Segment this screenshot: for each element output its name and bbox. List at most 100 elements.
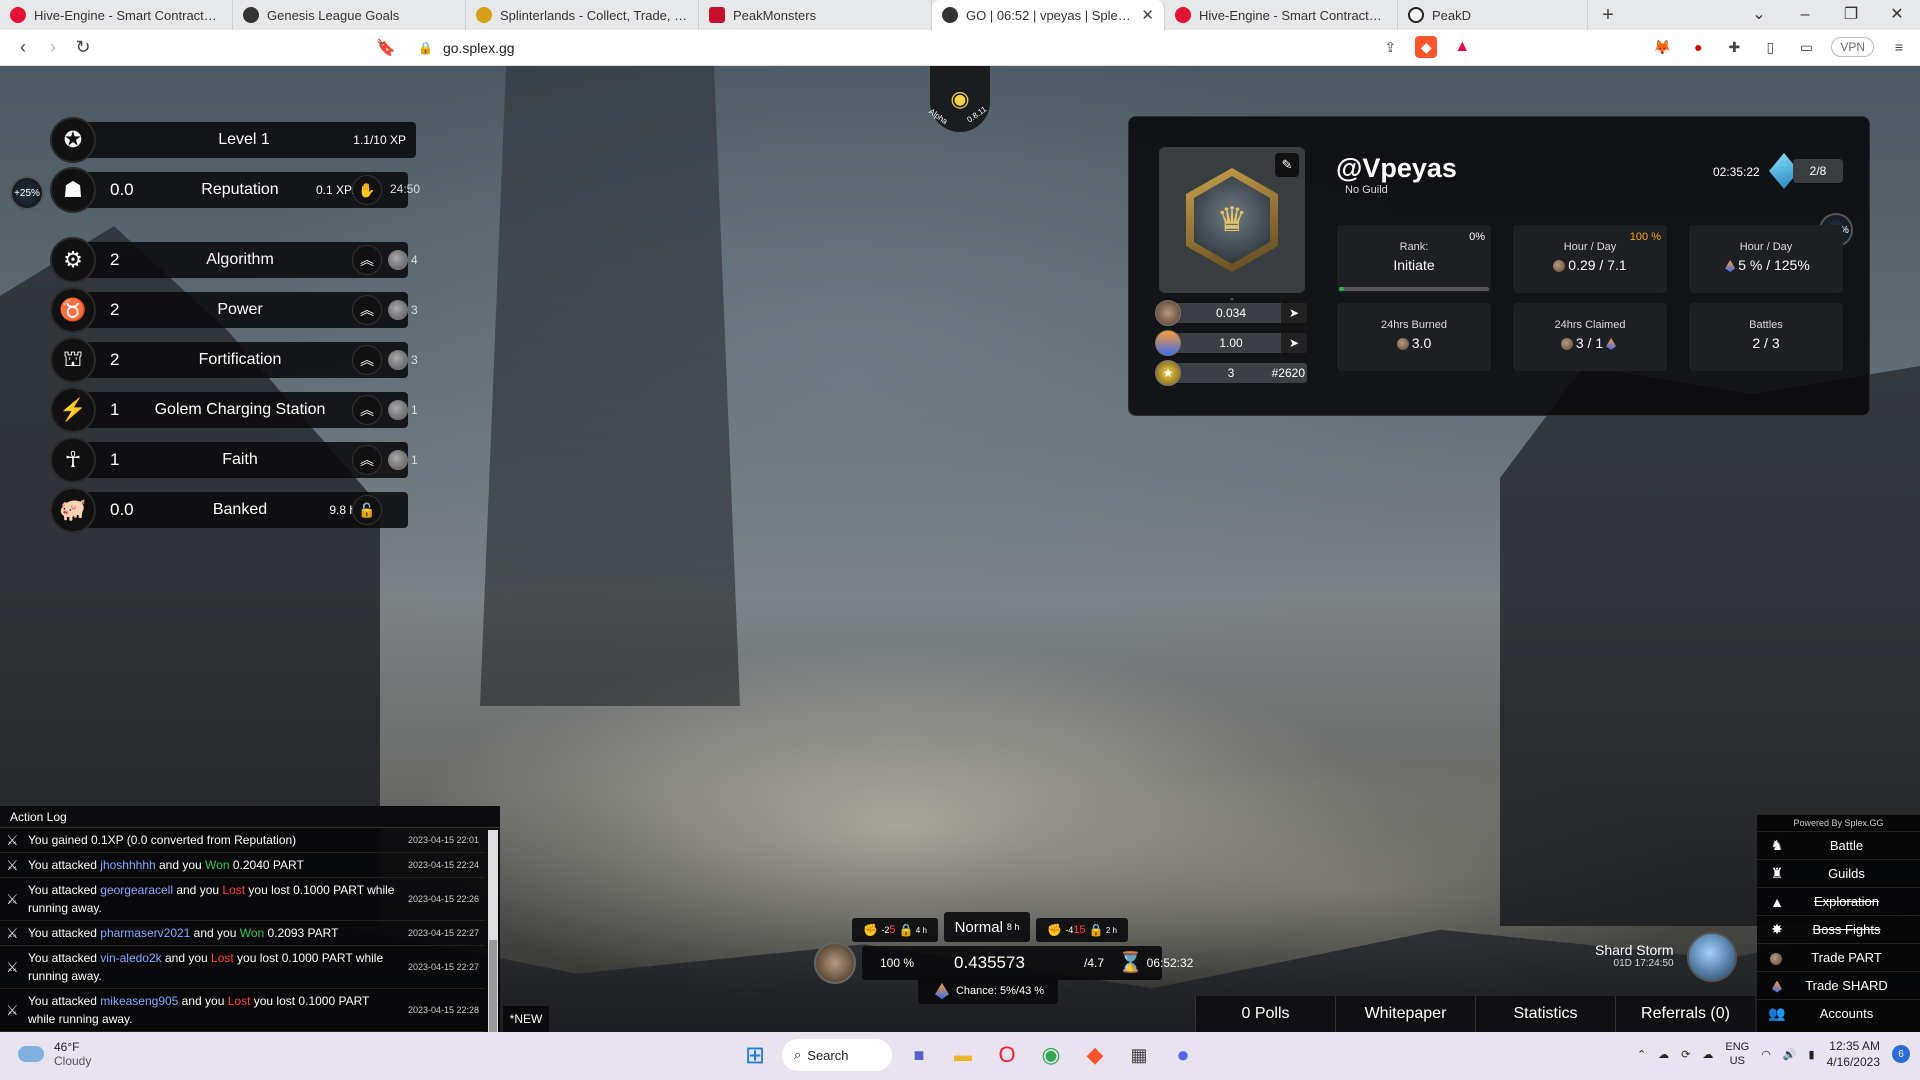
brave-icon[interactable]: ◆ (1078, 1038, 1112, 1072)
cloud-icon[interactable]: ☁ (1702, 1048, 1713, 1061)
taskbar-search[interactable]: ⌕ Search (782, 1039, 892, 1071)
opponent-link[interactable]: georgearacell (100, 883, 173, 897)
faith-praying-icon: ☥ (50, 437, 96, 483)
lock-open-icon[interactable]: 🔓 (352, 495, 382, 525)
level-row: ✪ Level 1 1.1/10 XP (50, 117, 416, 163)
power-row: ♉ 2 Power ︽ 3 (50, 287, 430, 333)
battle-icon: ⚔ (6, 832, 19, 848)
wifi-icon[interactable]: ◠ (1761, 1048, 1771, 1061)
menu-item-trade-part[interactable]: Trade PART (1757, 943, 1920, 971)
whitepaper-link[interactable]: Whitepaper (1335, 996, 1475, 1032)
discord-icon[interactable]: ● (1166, 1038, 1200, 1072)
reload-icon[interactable]: ↻ (68, 37, 98, 58)
left-slot[interactable]: ✊ -2 5 🔒 4 h (852, 918, 938, 942)
language-indicator[interactable]: ENG US (1725, 1040, 1749, 1068)
metamask-icon[interactable]: 🦊 (1651, 36, 1673, 58)
vpn-button[interactable]: VPN (1831, 37, 1874, 57)
menu-item-boss-fights[interactable]: ✸ Boss Fights (1757, 915, 1920, 943)
referrals-link[interactable]: Referrals (0) (1615, 996, 1755, 1032)
tab-splex-active[interactable]: GO | 06:52 | vpeyas | Splex.GG ✕ (932, 0, 1165, 30)
windows-start-icon[interactable]: ⊞ (738, 1038, 772, 1072)
extension-red-icon[interactable]: ● (1687, 36, 1709, 58)
polls-link[interactable]: 0 Polls (1195, 996, 1335, 1032)
action-log-scrollbar[interactable] (488, 830, 498, 1032)
send-part-icon[interactable]: ➤ (1281, 303, 1307, 323)
algorithm-upgrade-icon[interactable]: ︽ (352, 245, 382, 275)
back-icon[interactable]: ‹ (8, 37, 38, 58)
new-button[interactable]: *NEW (503, 1006, 549, 1032)
chevron-up-icon[interactable]: ⌃ (1637, 1048, 1646, 1061)
close-tab-icon[interactable]: ✕ (1141, 6, 1154, 24)
minimize-icon[interactable]: – (1782, 0, 1828, 30)
tab-splinterlands[interactable]: Splinterlands - Collect, Trade, Battle! (466, 0, 699, 30)
list-item: ⚔ You attacked georgearacell and you Lost… (0, 878, 485, 921)
opponent-link[interactable]: pharmaserv2021 (100, 926, 190, 940)
share-icon[interactable]: ⇪ (1379, 36, 1401, 58)
boss-skull-icon: ✸ (1771, 921, 1783, 937)
shard-storm-orb-icon[interactable] (1687, 932, 1737, 982)
menu-item-accounts[interactable]: 👥 Accounts (1757, 999, 1920, 1027)
menu-icon[interactable]: ≡ (1888, 36, 1910, 58)
shard-storm[interactable]: Shard Storm 01D 17:24:50 (1595, 942, 1674, 969)
teams-icon[interactable]: ■ (902, 1038, 936, 1072)
reputation-boost-badge[interactable]: +25% (10, 176, 44, 210)
browser-tab-bar: Hive-Engine - Smart Contracts on the Gen… (0, 0, 1920, 30)
menu-item-exploration[interactable]: ▲ Exploration (1757, 887, 1920, 915)
banked-row: 🐖 0.0 Banked 9.8 hrs 🔓 (50, 487, 430, 533)
battle-icon: ⚔ (6, 959, 19, 975)
tab-peakd[interactable]: PeakD (1398, 0, 1588, 30)
wallet-icon[interactable]: ▭ (1795, 36, 1817, 58)
golem-station-upgrade-icon[interactable]: ︽ (352, 395, 382, 425)
opponent-link[interactable]: jhoshhhhh (100, 858, 155, 872)
action-log-list[interactable]: ⚔ You gained 0.1XP (0.0 converted from Re… (0, 828, 485, 1032)
sidebar-icon[interactable]: ▯ (1759, 36, 1781, 58)
lock-icon[interactable]: 🔒 (418, 41, 433, 55)
battle-percent: 100 % (880, 956, 915, 970)
tab-hive-engine-1[interactable]: Hive-Engine - Smart Contracts on the (0, 0, 233, 30)
forward-icon[interactable]: › (38, 37, 68, 58)
brave-rewards-icon[interactable]: ▲ (1451, 36, 1473, 58)
new-tab-button[interactable]: + (1588, 4, 1628, 27)
file-explorer-icon[interactable]: ▬ (946, 1038, 980, 1072)
clock[interactable]: 12:35 AM 4/16/2023 (1827, 1038, 1880, 1070)
statistics-link[interactable]: Statistics (1475, 996, 1615, 1032)
notification-badge[interactable]: 6 (1892, 1045, 1910, 1063)
level-bar: Level 1 1.1/10 XP (72, 122, 416, 158)
send-shard-icon[interactable]: ➤ (1281, 333, 1307, 353)
part-orb-icon (814, 942, 856, 984)
tab-search-icon[interactable]: ⌄ (1736, 0, 1782, 30)
log-date: 2023-04-15 22:24 (407, 860, 479, 870)
reputation-hand-icon[interactable]: ✋ (352, 175, 382, 205)
bookmark-icon[interactable]: 🔖 (376, 38, 396, 58)
brave-shield-icon[interactable]: ◆ (1415, 36, 1438, 58)
tab-genesis-league[interactable]: Genesis League Goals (233, 0, 466, 30)
username: @Vpeyas (1336, 153, 1457, 183)
opponent-link[interactable]: mikeaseng905 (100, 994, 178, 1008)
volume-icon[interactable]: 🔊 (1783, 1048, 1797, 1061)
menu-item-guilds[interactable]: ♜ Guilds (1757, 859, 1920, 887)
fortification-upgrade-icon[interactable]: ︽ (352, 345, 382, 375)
opera-icon[interactable]: O (990, 1038, 1024, 1072)
edit-avatar-icon[interactable]: ✎ (1275, 153, 1299, 177)
battle-mode-button[interactable]: Normal 8 h (944, 912, 1030, 942)
chrome-icon[interactable]: ◉ (1034, 1038, 1068, 1072)
sync-icon[interactable]: ⟳ (1681, 1048, 1690, 1061)
opponent-link[interactable]: vin-aledo2k (100, 951, 161, 965)
tab-hive-engine-2[interactable]: Hive-Engine - Smart Contracts on the (1165, 0, 1398, 30)
cloud-sync-icon[interactable]: ☁ (1658, 1048, 1669, 1061)
power-upgrade-icon[interactable]: ︽ (352, 295, 382, 325)
weather-widget[interactable]: 46°F Cloudy (18, 1040, 91, 1068)
menu-item-trade-shard[interactable]: Trade SHARD (1757, 971, 1920, 999)
maximize-icon[interactable]: ❐ (1828, 0, 1874, 30)
close-window-icon[interactable]: ✕ (1874, 0, 1920, 30)
tab-peakmonsters[interactable]: PeakMonsters (699, 0, 932, 30)
windows-taskbar: 46°F Cloudy ⊞ ⌕ Search ■ ▬ O ◉ ◆ ▦ ● ⌃ ☁ ⟳… (0, 1032, 1920, 1080)
url-field[interactable]: 🔒 go.splex.gg (418, 40, 515, 56)
menu-item-battle[interactable]: ♞ Battle (1757, 831, 1920, 859)
calculator-icon[interactable]: ▦ (1122, 1038, 1156, 1072)
battery-icon[interactable]: ▮ (1809, 1048, 1815, 1061)
extensions-puzzle-icon[interactable]: ✚ (1723, 36, 1745, 58)
shard-flame-icon (1606, 338, 1617, 350)
faith-upgrade-icon[interactable]: ︽ (352, 445, 382, 475)
right-slot[interactable]: ✊ -4 15 🔒 2 h (1036, 918, 1128, 942)
